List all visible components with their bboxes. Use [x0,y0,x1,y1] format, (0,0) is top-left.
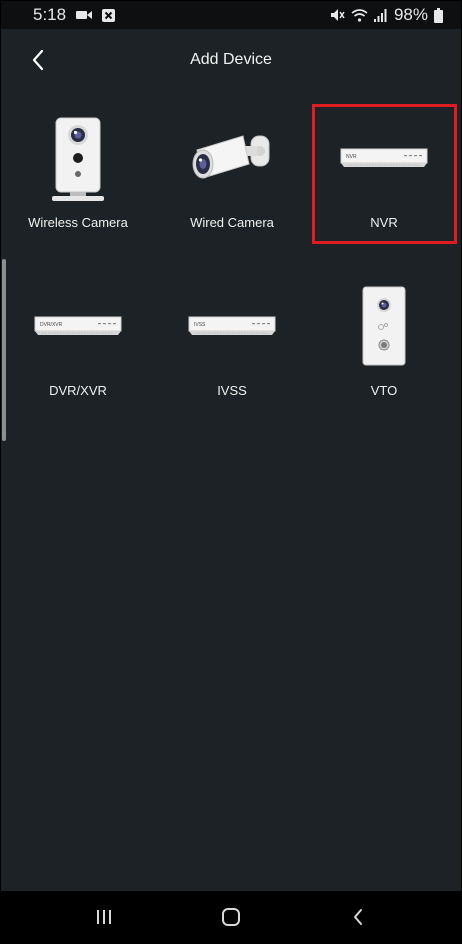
header: Add Device [1,29,461,91]
device-label: NVR [370,215,398,230]
home-icon [221,908,240,926]
dvr-device-text: DVR/XVR [40,322,63,328]
signal-icon [373,8,388,22]
device-label: VTO [370,383,398,398]
nav-bar [1,891,461,943]
ivss-icon: IVSS [157,277,307,377]
recents-icon [97,910,112,924]
wireless-camera-icon [3,109,153,209]
home-button[interactable] [211,897,251,937]
mute-icon [330,8,345,22]
screen: 5:18 98% Add Device Wireless Camera Wire… [0,0,462,944]
device-label: Wireless Camera [28,215,128,230]
wired-camera-icon [157,109,307,209]
ivss-device-text: IVSS [194,322,206,328]
device-dvr-xvr[interactable]: DVR/XVR DVR/XVR [3,277,153,412]
device-label: Wired Camera [190,215,274,230]
notification-x-icon [102,8,116,22]
page-title: Add Device [190,51,272,68]
nvr-device-text: NVR [346,154,357,160]
recents-button[interactable] [84,897,124,937]
dvr-xvr-icon: DVR/XVR [3,277,153,377]
battery-percent: 98% [393,5,428,24]
vto-icon [309,277,459,377]
device-nvr[interactable]: NVR NVR [309,109,459,244]
status-bar: 5:18 98% [1,1,461,29]
chevron-left-icon [32,49,44,71]
device-label: IVSS [217,383,247,398]
edge-panel-handle[interactable] [2,259,6,441]
device-wired-camera[interactable]: Wired Camera [157,109,307,244]
nvr-icon: NVR [309,109,459,209]
device-wireless-camera[interactable]: Wireless Camera [3,109,153,244]
back-button[interactable] [25,47,51,73]
device-label: DVR/XVR [49,383,107,398]
video-icon [76,9,93,21]
device-vto[interactable]: VTO [309,277,459,412]
device-ivss[interactable]: IVSS IVSS [157,277,307,412]
back-icon [353,909,362,925]
battery-icon [434,7,443,23]
nav-back-button[interactable] [338,897,378,937]
status-time: 5:18 [33,5,67,24]
wifi-icon [351,8,368,22]
